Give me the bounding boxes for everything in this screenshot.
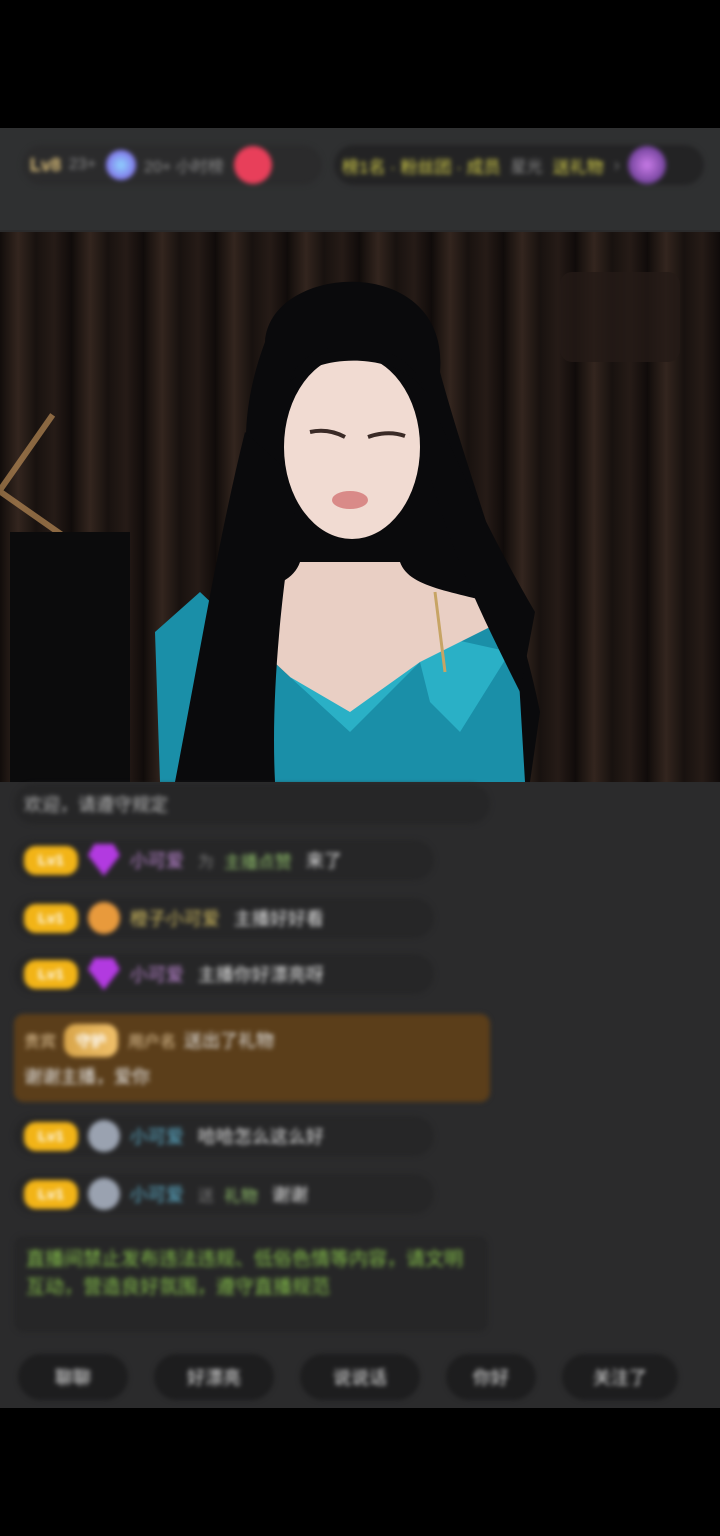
system-message-text: 直播间禁止发布违法违规、低俗色情等内容，请文明互动，营造良好氛围，遵守直播规范 [26,1249,464,1298]
live-room: Lv8 23+ 20+ 小时榜 榜1名 · 粉丝团 · 成员 星光 送礼物 › [0,128,720,1408]
diamond-icon [87,958,120,990]
cta-text: 送礼物 [552,157,604,177]
message-target: 礼物 [223,1186,258,1206]
message-text: 谢谢 [271,1185,308,1205]
username[interactable]: 小可爱 [130,1123,184,1149]
vip-tag: 贵宾 [24,1034,57,1051]
quick-reply-button[interactable]: 聊聊 [18,1354,128,1400]
chat-message[interactable]: Lv1 小可爱 为 主播点赞 来了 [14,840,434,880]
rank-pill[interactable]: 榜1名 · 粉丝团 · 成员 星光 送礼物 › [334,145,704,185]
user-level-badge: Lv1 [24,959,78,989]
gift-avatar-icon[interactable] [627,146,666,184]
chat-message[interactable]: Lv1 小可爱 主播你好漂亮呀 [14,954,434,994]
notice-text: 欢迎，请遵守规定 [24,795,168,815]
fan-badge-icon [87,902,120,934]
streamer-figure [155,281,540,782]
highlighted-message[interactable]: 贵宾 守护 用户名 送出了礼物 谢谢主播，爱你 [14,1014,490,1102]
level-badge: Lv8 [30,154,62,175]
message-text: 主播你好漂亮呀 [197,965,324,985]
username[interactable]: 橙子小可爱 [130,905,220,931]
username[interactable]: 小可爱 [130,1181,184,1207]
system-notice: 欢迎，请遵守规定 [14,784,490,824]
message-separator: 为 [197,854,214,871]
user-level-badge: Lv1 [24,1121,78,1151]
anchor-avatar[interactable] [106,150,137,180]
rank-text: 榜1名 · 粉丝团 · 成员 [342,157,501,177]
username[interactable]: 小可爱 [130,847,184,873]
message-text: 来了 [305,851,342,871]
message-text: 哈哈怎么这么好 [197,1127,324,1147]
top-bar-row: Lv8 23+ 20+ 小时榜 榜1名 · 粉丝团 · 成员 星光 送礼物 › [22,142,704,188]
quick-reply-button[interactable]: 你好 [446,1354,536,1400]
highlighted-message-line: 谢谢主播，爱你 [24,1058,480,1094]
message-separator: 送 [197,1188,214,1205]
user-level-badge: Lv1 [24,1179,78,1209]
user-level-badge: Lv1 [24,845,78,875]
viewer-count: 23+ [69,156,97,173]
chat-message[interactable]: Lv1 小可爱 哈哈怎么这么好 [14,1116,434,1156]
quick-reply-button[interactable]: 关注了 [562,1354,678,1400]
fan-badge-icon [87,1120,120,1152]
system-message: 直播间禁止发布违法违规、低俗色情等内容，请文明互动，营造良好氛围，遵守直播规范 [14,1236,488,1332]
chevron-right-icon: › [613,154,620,175]
user-level-badge: Lv1 [24,903,78,933]
diamond-icon [87,844,120,876]
message-text: 主播好好看 [233,909,324,929]
quick-reply-button[interactable]: 说说话 [300,1354,420,1400]
quick-reply-bar: 聊聊 好漂亮 说说话 你好 关注了 [18,1354,704,1400]
activity-text: 星光 [510,159,543,176]
username[interactable]: 用户名 [128,1028,176,1052]
fans-text: 20+ 小时榜 [144,159,224,176]
quick-reply-button[interactable]: 好漂亮 [154,1354,274,1400]
message-text-cont: 谢谢主播，爱你 [24,1067,150,1087]
chat-message[interactable]: Lv1 橙子小可爱 主播好好看 [14,898,434,938]
follow-icon[interactable] [233,146,272,184]
guard-tag: 守护 [64,1023,119,1057]
username[interactable]: 小可爱 [130,961,184,987]
highlighted-message-line: 贵宾 守护 用户名 送出了礼物 [24,1022,480,1058]
top-bar: Lv8 23+ 20+ 小时榜 榜1名 · 粉丝团 · 成员 星光 送礼物 › [0,128,720,230]
fan-badge-icon [87,1178,120,1210]
anchor-info-pill[interactable]: Lv8 23+ 20+ 小时榜 [22,145,322,185]
message-target: 主播点赞 [223,852,292,872]
chat-message[interactable]: Lv1 小可爱 送 礼物 谢谢 [14,1174,434,1214]
message-text: 送出了礼物 [184,1031,275,1051]
live-video[interactable] [0,232,720,782]
